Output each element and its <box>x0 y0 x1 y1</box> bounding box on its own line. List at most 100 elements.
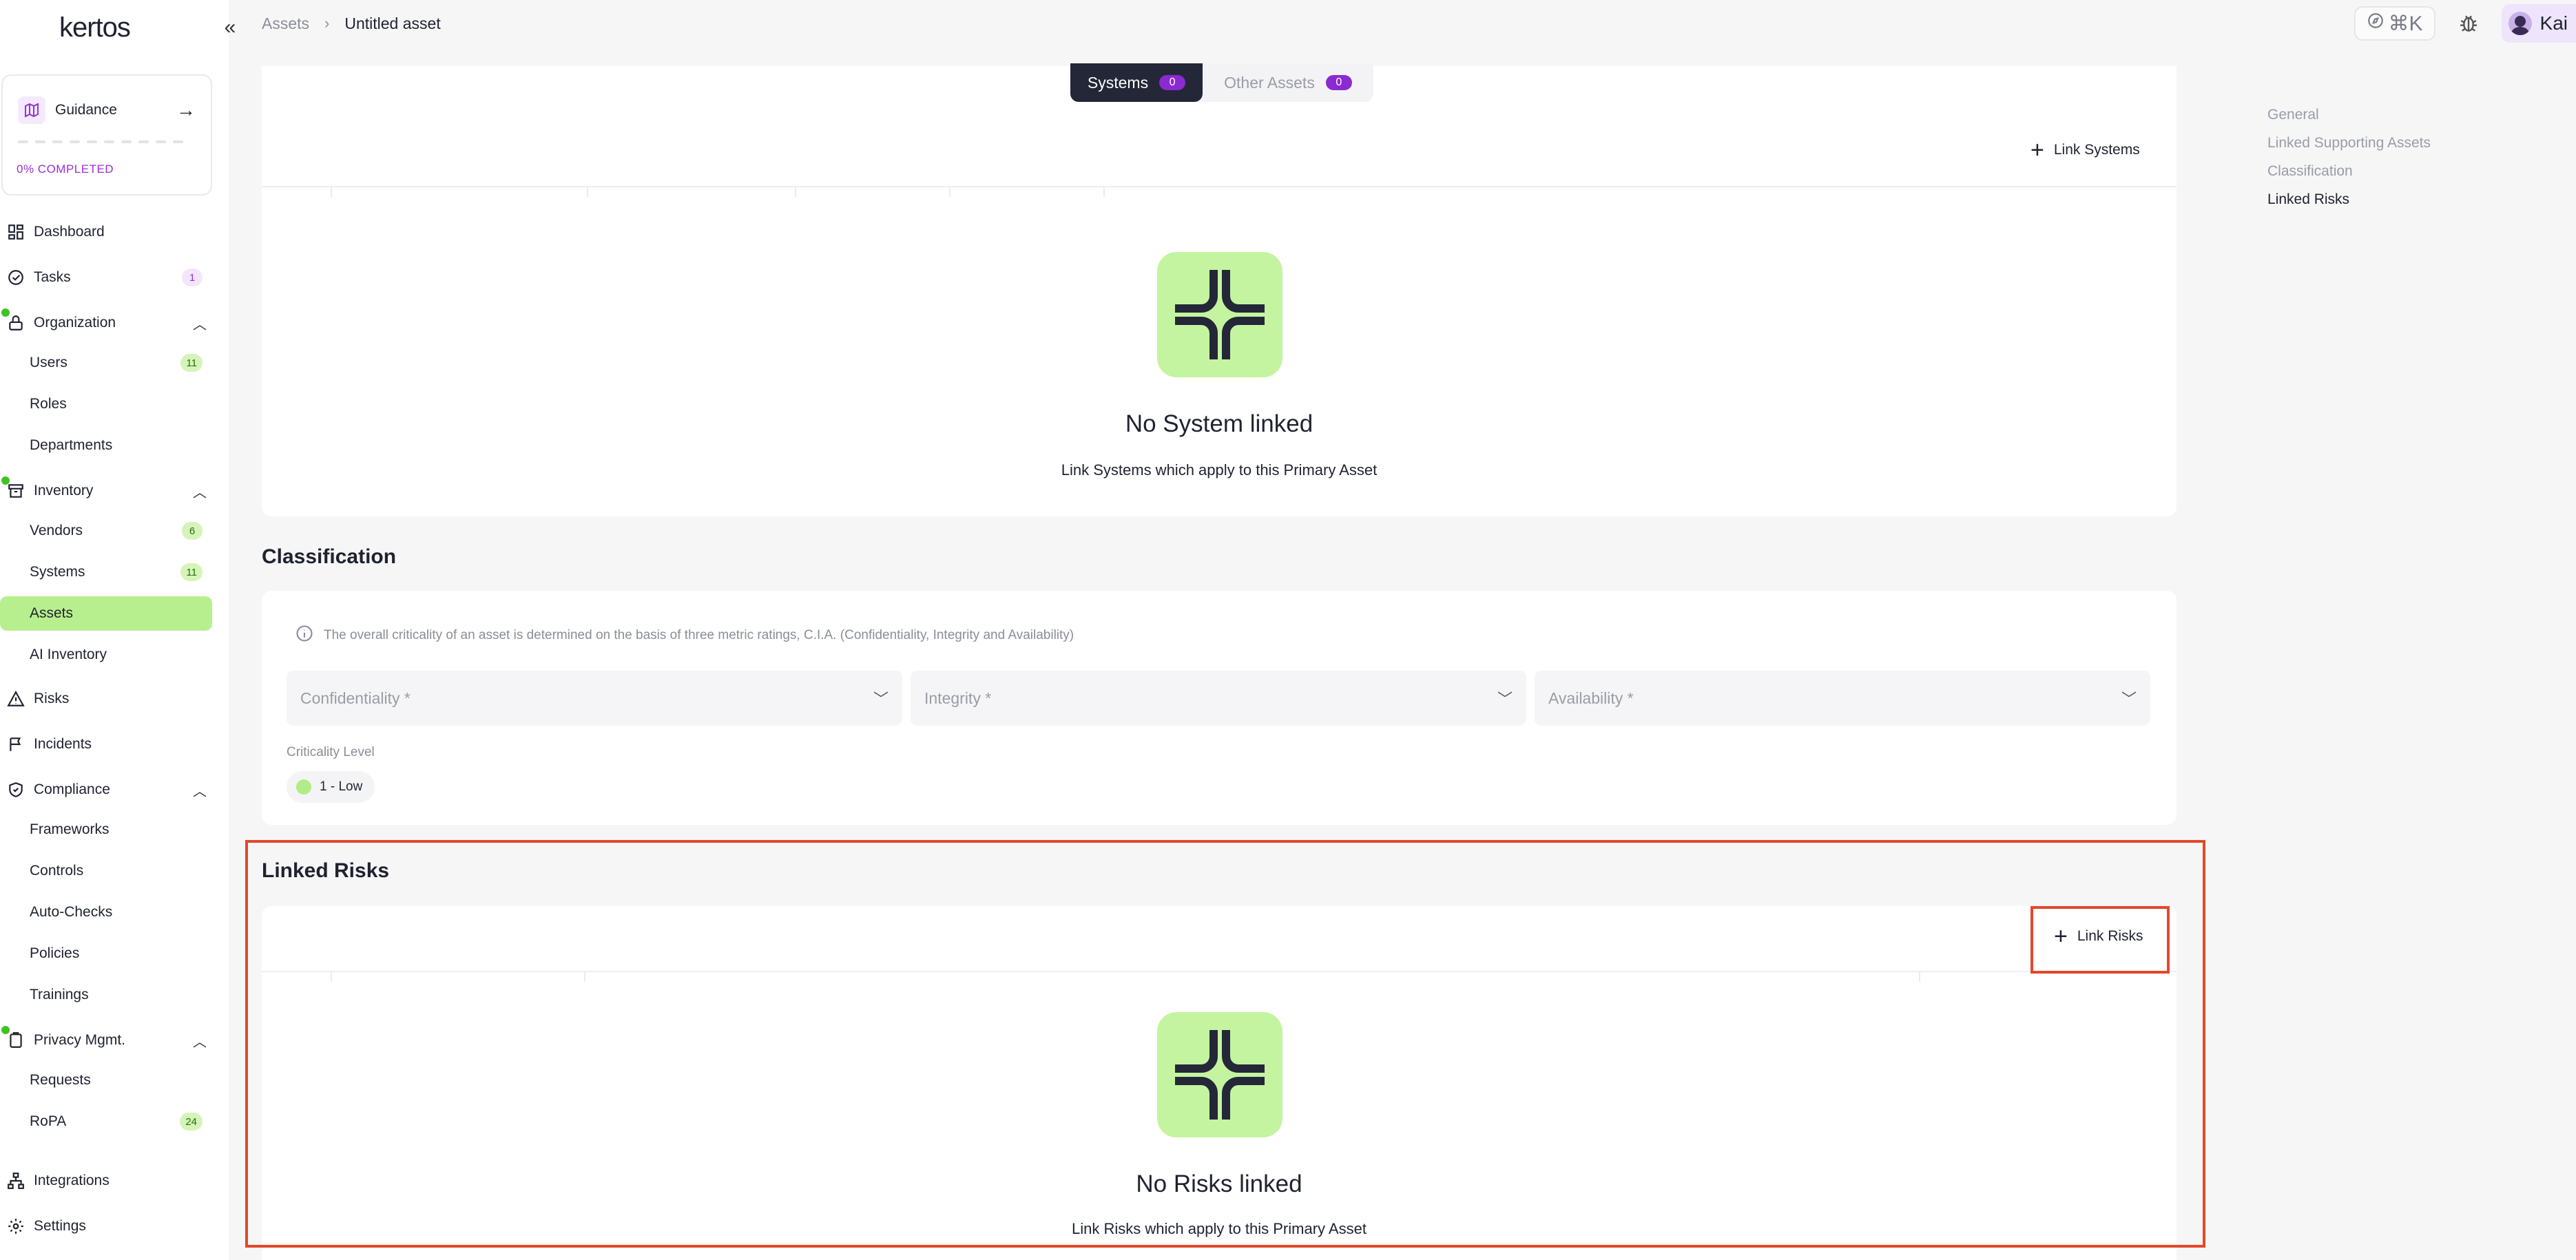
chevron-up-icon: ︿ <box>193 317 207 333</box>
bug-icon[interactable] <box>2455 10 2482 37</box>
map-icon <box>18 96 45 124</box>
sidebar-item-incidents[interactable]: Incidents <box>0 727 212 762</box>
integrity-select[interactable]: Integrity * ﹀ <box>911 671 1526 726</box>
compass-icon <box>2367 12 2385 35</box>
sidebar-item-vendors[interactable]: Vendors 6 <box>0 514 212 548</box>
warning-icon <box>6 689 26 709</box>
toc-item-linked-risks[interactable]: Linked Risks <box>2267 185 2431 213</box>
breadcrumb: Assets › Untitled asset <box>262 11 441 36</box>
other-assets-count-badge: 0 <box>1325 75 1352 90</box>
users-badge: 11 <box>180 354 202 372</box>
guidance-label: Guidance <box>55 102 117 118</box>
breadcrumb-current: Untitled asset <box>344 14 441 32</box>
sidebar: kertos « Guidance → 0% COMPLETED Dashboa… <box>0 0 236 1260</box>
criticality-level-chip: 1 - Low <box>287 771 375 803</box>
sidebar-item-roles[interactable]: Roles <box>0 387 212 421</box>
column-divider <box>949 187 951 197</box>
top-actions: ⌘K Kai <box>2354 4 2576 43</box>
sidebar-item-risks[interactable]: Risks <box>0 682 212 716</box>
tab-other-assets[interactable]: Other Assets 0 <box>1203 63 1373 102</box>
supporting-assets-tabs: Systems 0 Other Assets 0 <box>1070 63 1373 102</box>
column-divider <box>795 187 796 197</box>
tab-systems[interactable]: Systems 0 <box>1070 63 1203 102</box>
chevron-up-icon: ︿ <box>193 1034 207 1050</box>
sidebar-item-auto-checks[interactable]: Auto-Checks <box>0 895 212 930</box>
chevron-down-icon: ﹀ <box>2121 691 2137 708</box>
sidebar-item-frameworks[interactable]: Frameworks <box>0 812 212 847</box>
toc-item-linked-supporting-assets[interactable]: Linked Supporting Assets <box>2267 129 2431 157</box>
sidebar-item-requests[interactable]: Requests <box>0 1063 212 1098</box>
sidebar-item-ropa[interactable]: RoPA 24 <box>0 1104 212 1139</box>
linked-risks-highlight <box>245 840 2205 1248</box>
chevron-up-icon: ︿ <box>193 485 207 501</box>
link-systems-button[interactable]: + Link Systems <box>2030 134 2140 167</box>
empty-state-icon <box>1157 252 1282 377</box>
sidebar-item-dashboard[interactable]: Dashboard <box>0 215 212 249</box>
arrow-right-icon[interactable]: → <box>176 99 196 121</box>
gear-icon <box>6 1216 26 1237</box>
column-divider <box>331 187 332 197</box>
linked-supporting-assets-panel: + Link Systems No System linked Link Sys… <box>262 66 2177 516</box>
shield-check-icon <box>6 779 26 800</box>
sidebar-item-compliance[interactable]: Compliance ︿ <box>0 773 212 807</box>
clipboard-icon <box>6 1030 26 1051</box>
table-header-divider <box>262 186 2177 187</box>
confidentiality-select[interactable]: Confidentiality * ﹀ <box>287 671 902 726</box>
empty-state-title: No System linked <box>1125 410 1313 437</box>
toc-item-general[interactable]: General <box>2267 101 2431 129</box>
sidebar-item-trainings[interactable]: Trainings <box>0 978 212 1012</box>
sidebar-item-privacy[interactable]: Privacy Mgmt. ︿ <box>0 1023 212 1058</box>
sidebar-item-settings[interactable]: Settings <box>0 1209 212 1243</box>
guidance-progress-dots <box>18 140 183 143</box>
sidebar-item-tasks[interactable]: Tasks 1 <box>0 260 212 295</box>
sidebar-item-departments[interactable]: Departments <box>0 428 212 463</box>
shortcut-label: ⌘K <box>2388 12 2423 35</box>
column-divider <box>587 187 588 197</box>
hierarchy-icon <box>6 1170 26 1191</box>
classification-info: The overall criticality of an asset is d… <box>295 624 1074 647</box>
ropa-badge: 24 <box>180 1113 202 1131</box>
table-of-contents: General Linked Supporting Assets Classif… <box>2267 101 2431 213</box>
chevron-down-icon: ﹀ <box>1497 691 1513 708</box>
user-name: Kai <box>2539 12 2568 34</box>
archive-icon <box>6 481 26 501</box>
command-palette-button[interactable]: ⌘K <box>2354 6 2435 41</box>
classification-panel: The overall criticality of an asset is d… <box>262 591 2177 825</box>
sidebar-item-assets[interactable]: Assets <box>0 596 212 631</box>
sidebar-item-inventory[interactable]: Inventory ︿ <box>0 474 212 508</box>
breadcrumb-assets[interactable]: Assets <box>262 14 309 33</box>
criticality-dot <box>296 779 311 795</box>
tasks-badge: 1 <box>182 269 202 286</box>
sidebar-item-organization[interactable]: Organization ︿ <box>0 306 212 340</box>
sidebar-item-systems[interactable]: Systems 11 <box>0 555 212 589</box>
user-menu[interactable]: Kai <box>2501 4 2576 43</box>
systems-count-badge: 0 <box>1159 75 1186 90</box>
guidance-progress-text: 0% COMPLETED <box>17 162 114 176</box>
criticality-level-label: Criticality Level <box>287 745 375 759</box>
vendors-badge: 6 <box>182 522 202 540</box>
column-divider <box>1103 187 1105 197</box>
chevron-up-icon: ︿ <box>193 784 207 799</box>
classification-title: Classification <box>262 545 397 568</box>
plus-icon: + <box>2030 137 2044 163</box>
availability-select[interactable]: Availability * ﹀ <box>1535 671 2150 726</box>
dashboard-icon <box>6 222 26 242</box>
check-circle-icon <box>6 267 26 288</box>
collapse-sidebar-icon[interactable]: « <box>218 15 242 40</box>
link-risks-button-highlight <box>2030 906 2170 974</box>
sidebar-item-users[interactable]: Users 11 <box>0 346 212 380</box>
flag-icon <box>6 734 26 755</box>
avatar <box>2508 12 2532 35</box>
kertos-logo[interactable]: kertos <box>59 12 131 43</box>
chevron-right-icon: › <box>324 14 330 32</box>
toc-item-classification[interactable]: Classification <box>2267 157 2431 185</box>
sidebar-item-policies[interactable]: Policies <box>0 936 212 971</box>
sidebar-item-controls[interactable]: Controls <box>0 854 212 888</box>
sidebar-item-integrations[interactable]: Integrations <box>0 1164 212 1198</box>
empty-state-subtitle: Link Systems which apply to this Primary… <box>1061 461 1378 479</box>
chevron-down-icon: ﹀ <box>873 691 889 708</box>
info-icon <box>295 624 314 647</box>
sidebar-item-ai-inventory[interactable]: AI Inventory <box>0 638 212 672</box>
systems-badge: 11 <box>180 563 202 581</box>
guidance-card[interactable]: Guidance → 0% COMPLETED <box>1 74 212 196</box>
